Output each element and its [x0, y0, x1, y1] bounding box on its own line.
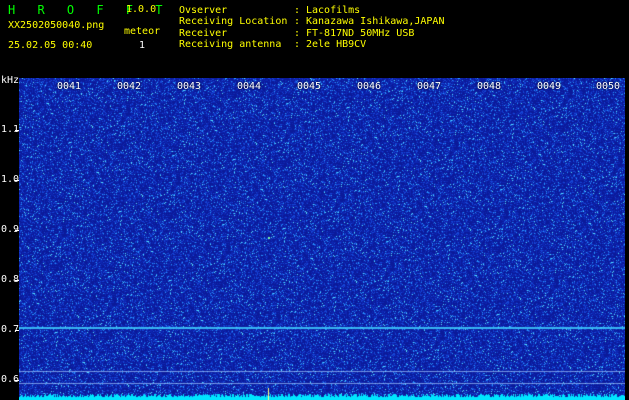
time-tick-label: 0042: [117, 81, 142, 92]
time-tick-label: 0043: [177, 81, 202, 92]
y-tick-mark: [15, 280, 19, 281]
info-separator: :: [294, 16, 301, 27]
spectrogram-plot: [19, 78, 625, 400]
time-tick-label: 0044: [237, 81, 262, 92]
time-tick-label: 0048: [477, 81, 502, 92]
info-label-antenna: Receiving antenna: [179, 39, 282, 50]
info-value-antenna: 2ele HB9CV: [306, 39, 367, 50]
y-tick-mark: [15, 330, 19, 331]
time-tick-label: 0047: [417, 81, 442, 92]
info-label-location: Receiving Location: [179, 16, 288, 27]
y-tick-mark: [15, 130, 19, 131]
y-tick-mark: [15, 380, 19, 381]
meteor-count: 1: [139, 40, 146, 51]
y-tick-mark: [15, 180, 19, 181]
file-name: XX2502050040.png: [8, 20, 105, 31]
info-separator: :: [294, 39, 301, 50]
spectrogram-noise: [19, 78, 625, 400]
time-tick-label: 0050: [596, 81, 621, 92]
time-tick-label: 0046: [357, 81, 382, 92]
y-axis-unit: kHz: [1, 75, 20, 86]
time-tick-label: 0045: [297, 81, 322, 92]
time-tick-label: 0041: [57, 81, 82, 92]
info-value-location: Kanazawa Ishikawa,JAPAN: [306, 16, 445, 27]
mode-label: meteor: [124, 26, 161, 37]
time-tick-label: 0049: [537, 81, 562, 92]
app-version: 1.0.0: [126, 4, 157, 15]
date-time: 25.02.05 00:40: [8, 40, 93, 51]
y-tick-mark: [15, 230, 19, 231]
